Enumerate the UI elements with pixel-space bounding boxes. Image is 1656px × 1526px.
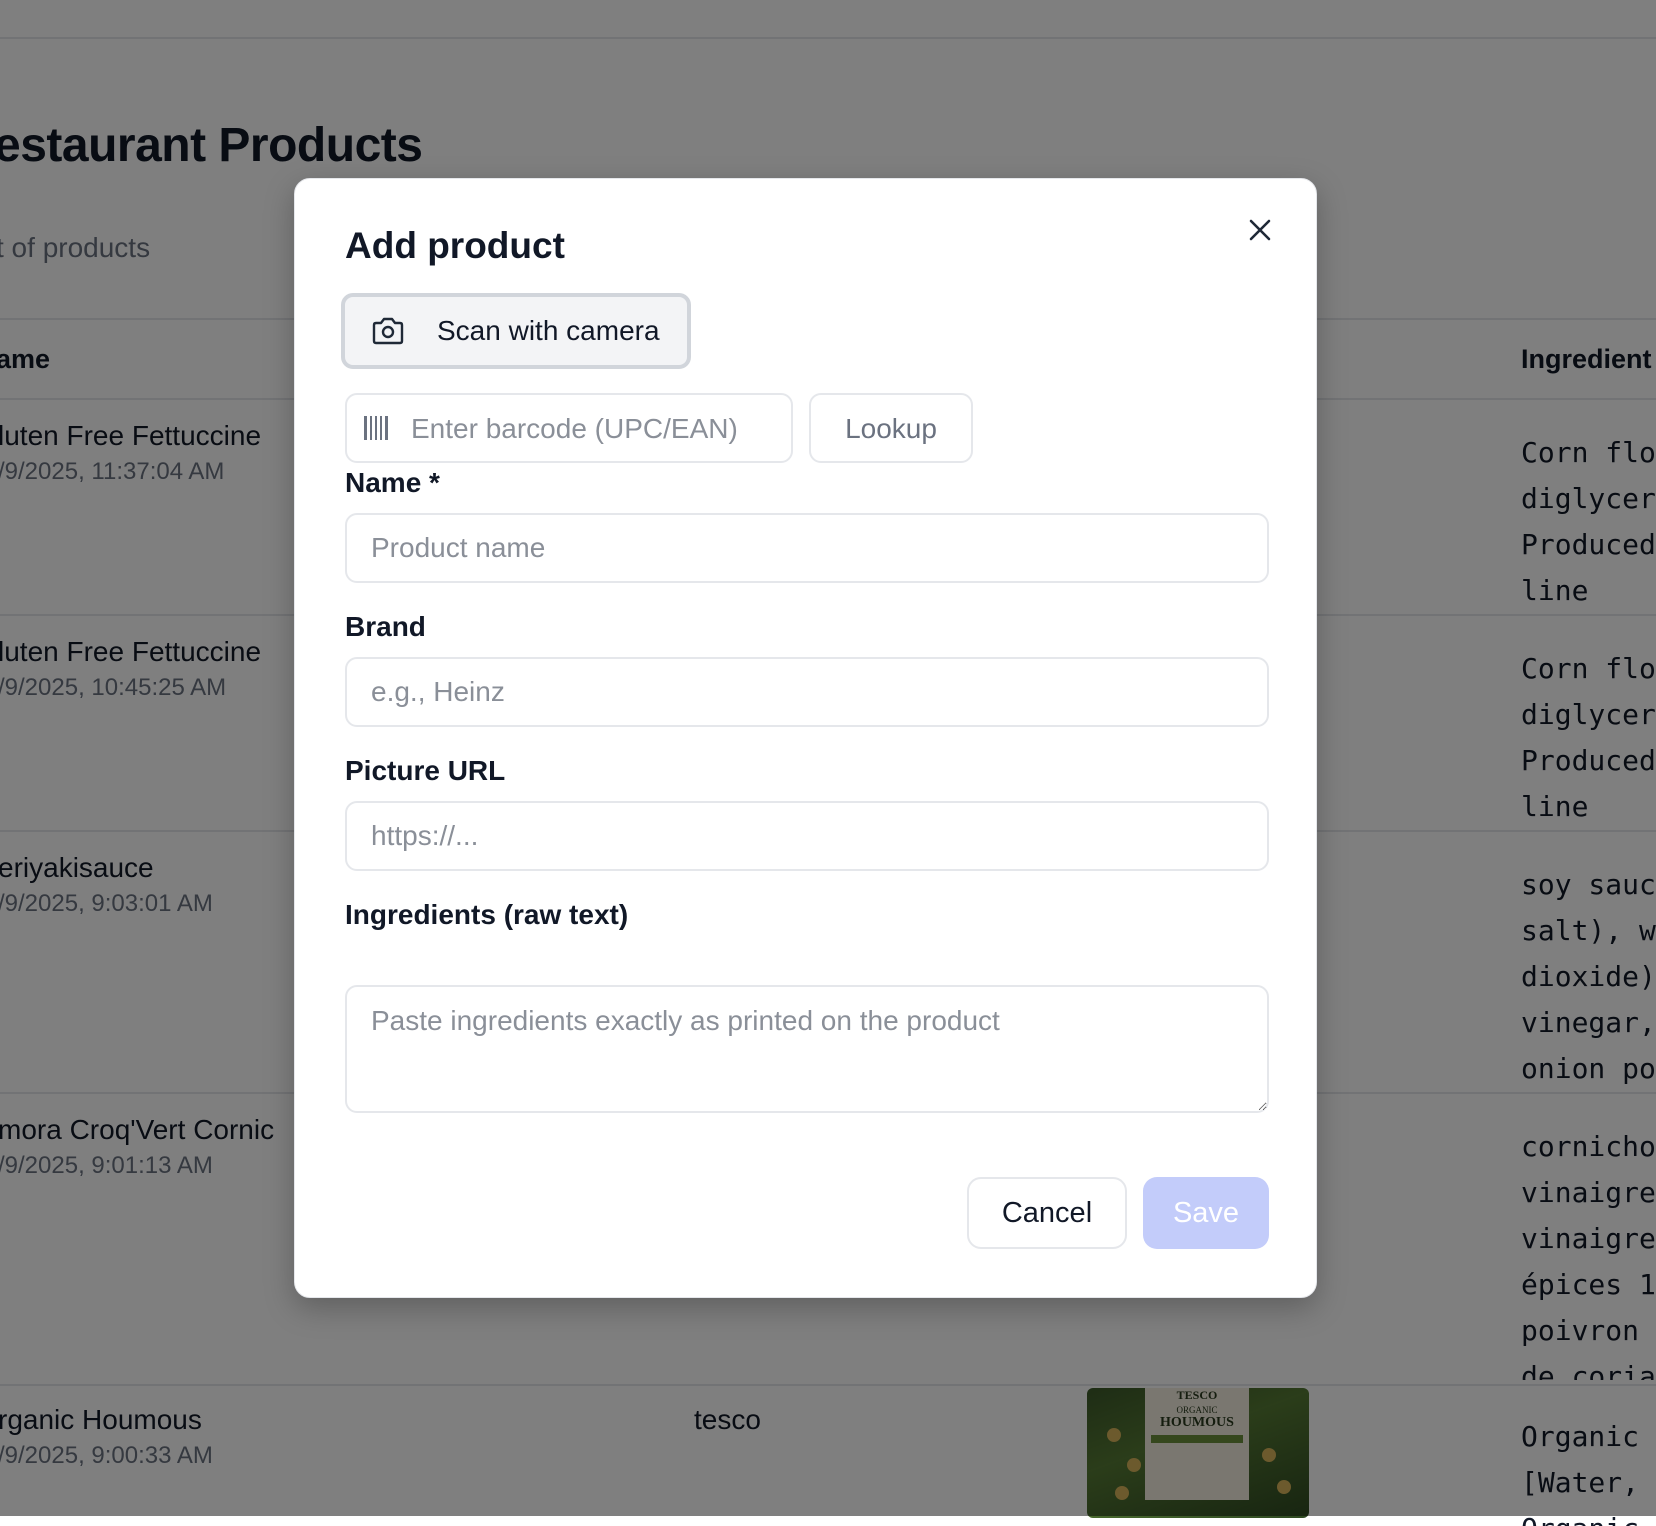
picture-url-input[interactable] <box>345 801 1269 871</box>
scan-with-camera-button[interactable]: Scan with camera <box>341 293 691 369</box>
save-button[interactable]: Save <box>1143 1177 1269 1249</box>
cancel-button[interactable]: Cancel <box>967 1177 1127 1249</box>
brand-input[interactable] <box>345 657 1269 727</box>
camera-icon <box>371 316 405 346</box>
ingredients-textarea[interactable] <box>345 985 1269 1113</box>
name-label: Name * <box>345 467 440 498</box>
barcode-input[interactable] <box>409 395 783 463</box>
ingredients-label: Ingredients (raw text) <box>345 899 629 930</box>
lookup-button[interactable]: Lookup <box>809 393 973 463</box>
barcode-field[interactable] <box>345 393 793 463</box>
brand-label: Brand <box>345 611 426 642</box>
scan-button-label: Scan with camera <box>437 315 660 346</box>
name-input[interactable] <box>345 513 1269 583</box>
close-icon <box>1249 219 1271 241</box>
add-product-dialog: Add product Scan with camera Lookup N <box>294 178 1317 1298</box>
picture-url-label: Picture URL <box>345 755 506 786</box>
dialog-title: Add product <box>345 225 565 266</box>
close-button[interactable] <box>1242 212 1278 248</box>
barcode-icon <box>363 415 393 441</box>
